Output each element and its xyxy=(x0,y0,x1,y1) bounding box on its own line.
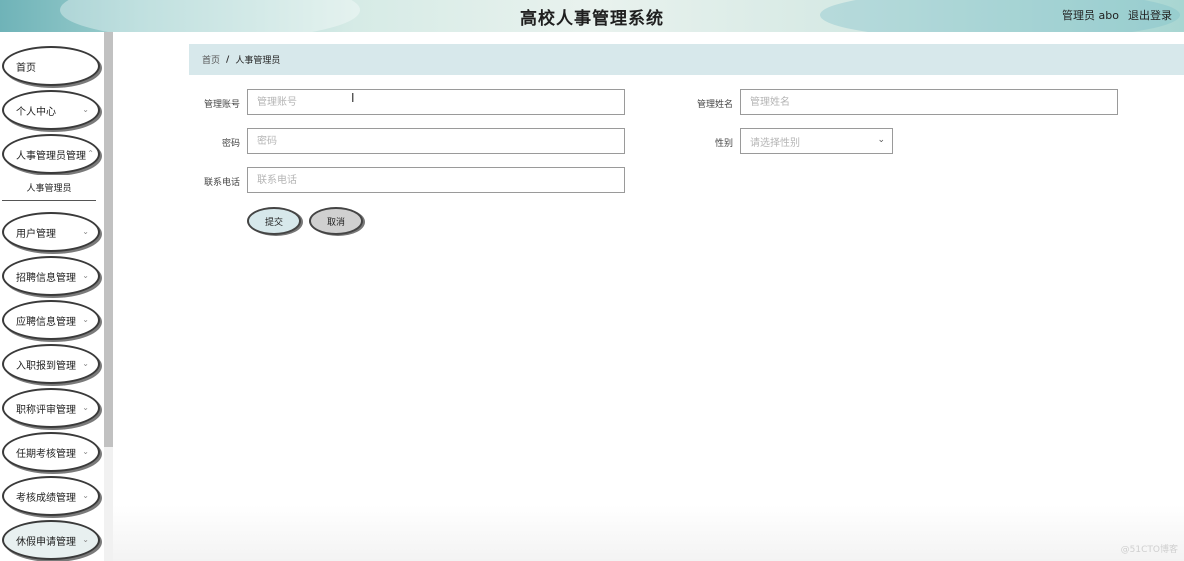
breadcrumb-home[interactable]: 首页 xyxy=(202,53,220,66)
breadcrumb-current: 人事管理员 xyxy=(235,56,281,66)
sidebar-item-assessment-scores[interactable]: 考核成绩管理 ⌄ xyxy=(2,476,100,516)
sidebar-item-term-assessment[interactable]: 任期考核管理 ⌄ xyxy=(2,432,100,472)
sidebar-item-label: 招聘信息管理 xyxy=(16,272,76,284)
sidebar: 首页 个人中心 ⌄ 人事管理员管理 ⌃ 人事管理员 用户管理 ⌄ 招聘信息管理 … xyxy=(0,32,104,561)
chevron-down-icon: ⌄ xyxy=(82,105,89,114)
sidebar-item-label: 个人中心 xyxy=(16,106,56,118)
cancel-button[interactable]: 取消 xyxy=(309,207,363,235)
name-input[interactable] xyxy=(740,89,1118,115)
sidebar-item-label: 考核成绩管理 xyxy=(16,492,76,504)
sidebar-item-users[interactable]: 用户管理 ⌄ xyxy=(2,212,100,252)
chevron-down-icon: ⌄ xyxy=(82,491,89,500)
sidebar-item-label: 用户管理 xyxy=(16,228,56,240)
submit-button[interactable]: 提交 xyxy=(247,207,301,235)
phone-input[interactable] xyxy=(247,167,625,193)
app-title: 高校人事管理系统 xyxy=(520,9,664,29)
sidebar-item-home[interactable]: 首页 xyxy=(2,46,100,86)
account-label: 管理账号 xyxy=(203,100,240,110)
account-input[interactable] xyxy=(247,89,625,115)
sidebar-item-recruit-info[interactable]: 招聘信息管理 ⌄ xyxy=(2,256,100,296)
sidebar-item-label: 入职报到管理 xyxy=(16,360,76,372)
sidebar-scrollbar[interactable] xyxy=(104,32,113,561)
chevron-down-icon: ⌄ xyxy=(82,227,89,236)
watermark: @51CTO博客 xyxy=(1120,545,1178,555)
chevron-down-icon: ⌄ xyxy=(877,135,885,145)
submenu-item-hr-admin[interactable]: 人事管理员 xyxy=(2,175,96,201)
sidebar-item-title-review[interactable]: 职称评审管理 ⌄ xyxy=(2,388,100,428)
sidebar-item-profile[interactable]: 个人中心 ⌄ xyxy=(2,90,100,130)
password-label: 密码 xyxy=(221,139,240,149)
chevron-up-icon: ⌃ xyxy=(87,149,94,158)
gender-select[interactable]: 请选择性别 ⌄ xyxy=(740,128,893,154)
sidebar-item-label: 职称评审管理 xyxy=(16,404,76,416)
chevron-down-icon: ⌄ xyxy=(82,315,89,324)
sidebar-item-leave-requests[interactable]: 休假申请管理 ⌄ xyxy=(2,520,100,560)
chevron-down-icon: ⌄ xyxy=(82,535,89,544)
phone-label: 联系电话 xyxy=(203,178,240,188)
sidebar-item-label: 首页 xyxy=(16,62,36,74)
password-input[interactable] xyxy=(247,128,625,154)
current-user: 管理员 abo xyxy=(1062,9,1119,22)
sidebar-item-onboarding[interactable]: 入职报到管理 ⌄ xyxy=(2,344,100,384)
chevron-down-icon: ⌄ xyxy=(82,403,89,412)
gender-label: 性别 xyxy=(714,139,733,149)
gender-select-placeholder: 请选择性别 xyxy=(750,137,800,149)
chevron-down-icon: ⌄ xyxy=(82,271,89,280)
breadcrumb-separator: / xyxy=(226,54,230,65)
footer-fade xyxy=(113,505,1184,561)
sidebar-item-label: 任期考核管理 xyxy=(16,448,76,460)
sidebar-item-label: 应聘信息管理 xyxy=(16,316,76,328)
sidebar-item-hr-admin[interactable]: 人事管理员管理 ⌃ xyxy=(2,134,100,174)
chevron-down-icon: ⌄ xyxy=(82,447,89,456)
header-bar: 高校人事管理系统 管理员 abo 退出登录 xyxy=(0,0,1184,32)
breadcrumb: 首页 / 人事管理员 xyxy=(189,44,1184,75)
sidebar-item-label: 休假申请管理 xyxy=(16,536,76,548)
chevron-down-icon: ⌄ xyxy=(82,359,89,368)
sidebar-item-label: 人事管理员管理 xyxy=(16,150,86,162)
text-cursor-icon: I xyxy=(351,91,355,105)
scrollbar-thumb[interactable] xyxy=(104,32,113,447)
logout-link[interactable]: 退出登录 xyxy=(1128,7,1172,23)
sidebar-item-applications[interactable]: 应聘信息管理 ⌄ xyxy=(2,300,100,340)
name-label: 管理姓名 xyxy=(696,100,733,110)
